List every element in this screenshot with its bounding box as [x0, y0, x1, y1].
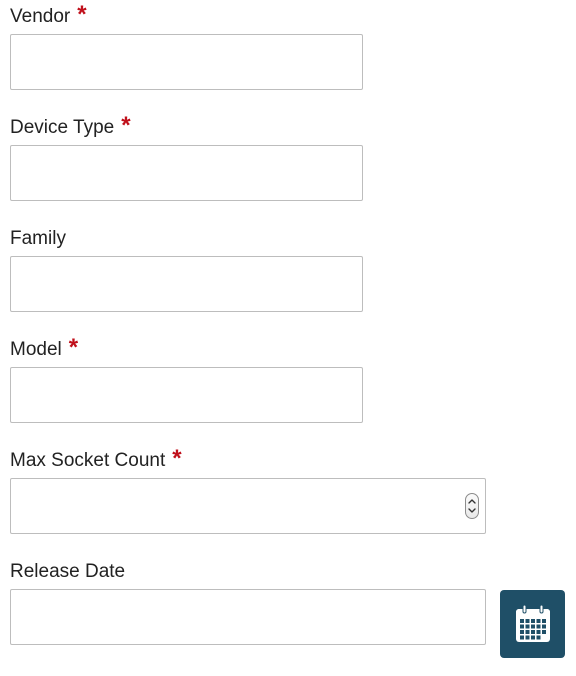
model-input[interactable]	[10, 367, 363, 423]
release-date-input[interactable]	[10, 589, 486, 645]
model-required-mark: *	[68, 334, 79, 361]
device-type-field-group: Device Type *	[10, 112, 363, 201]
max-socket-count-field-group: Max Socket Count *	[10, 445, 486, 534]
calendar-button[interactable]	[500, 590, 565, 658]
vendor-required-mark: *	[77, 1, 87, 28]
device-type-required-mark: *	[121, 112, 131, 139]
model-label: Model	[10, 339, 62, 360]
vendor-label: Vendor	[10, 6, 71, 27]
max-socket-count-input[interactable]	[10, 478, 486, 534]
max-socket-count-required-mark: *	[172, 445, 182, 472]
calendar-icon	[515, 604, 550, 642]
max-socket-count-label: Max Socket Count	[10, 450, 166, 471]
family-field-group: Family	[10, 226, 363, 312]
max-socket-count-label-row: Max Socket Count *	[10, 445, 486, 472]
release-date-field-group: Release Date	[10, 559, 486, 645]
model-label-row: Model *	[10, 334, 363, 361]
vendor-input[interactable]	[10, 34, 363, 90]
vendor-label-row: Vendor *	[10, 1, 363, 28]
release-date-label: Release Date	[10, 561, 126, 582]
device-type-label-row: Device Type *	[10, 112, 363, 139]
device-type-label: Device Type	[10, 117, 115, 138]
vendor-field-group: Vendor *	[10, 1, 363, 90]
family-input[interactable]	[10, 256, 363, 312]
family-label-row: Family	[10, 226, 363, 250]
up-down-stepper-icon[interactable]	[465, 493, 479, 519]
release-date-label-row: Release Date	[10, 559, 486, 583]
model-field-group: Model *	[10, 334, 363, 423]
stepper-arrows-icon	[468, 499, 476, 513]
family-label: Family	[10, 228, 66, 249]
device-type-input[interactable]	[10, 145, 363, 201]
